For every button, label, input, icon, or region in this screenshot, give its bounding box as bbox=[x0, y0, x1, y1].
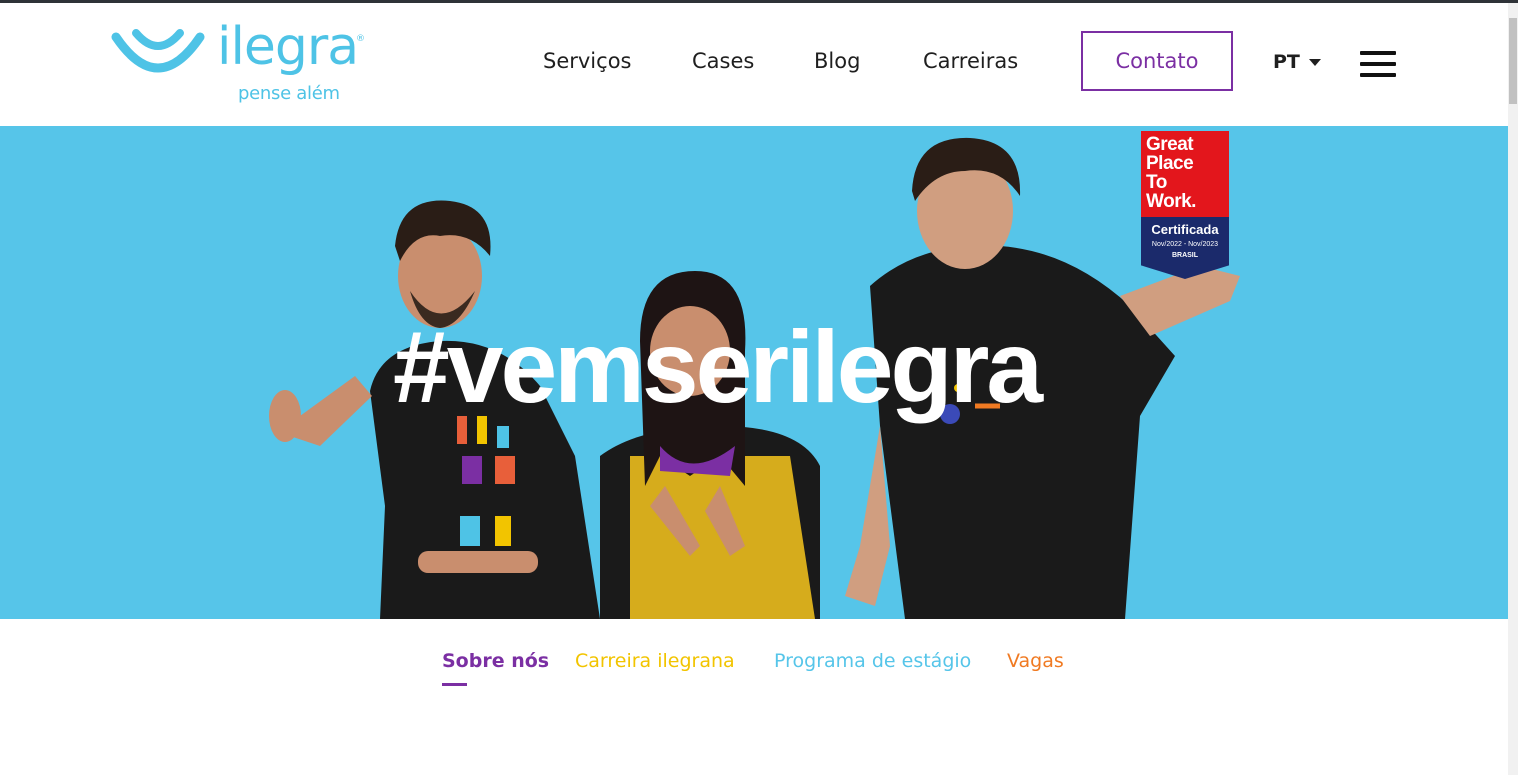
nav-servicos[interactable]: Serviços bbox=[543, 49, 631, 73]
great-place-to-work-badge: Great Place To Work. Certificada Nov/202… bbox=[1141, 131, 1229, 279]
nav-cases[interactable]: Cases bbox=[692, 49, 754, 73]
registered-mark: ® bbox=[356, 34, 365, 44]
gptw-badge-cert: Certificada Nov/2022 - Nov/2023 BRASIL bbox=[1141, 217, 1229, 279]
caret-down-icon bbox=[1308, 58, 1321, 66]
logo-wordmark: ilegra bbox=[217, 17, 359, 77]
gptw-line-2: Place bbox=[1146, 153, 1194, 174]
gptw-certified: Certificada bbox=[1151, 222, 1219, 237]
smile-logo-icon bbox=[111, 29, 205, 73]
tab-vagas[interactable]: Vagas bbox=[1007, 650, 1064, 672]
gptw-dates: Nov/2022 - Nov/2023 bbox=[1151, 241, 1219, 248]
gptw-line-1: Great bbox=[1146, 134, 1194, 155]
ilegra-logo[interactable]: ilegra ® pense além bbox=[110, 21, 370, 109]
scrollbar-thumb[interactable] bbox=[1509, 18, 1517, 104]
tab-sobre-nos[interactable]: Sobre nós bbox=[442, 650, 549, 672]
gptw-line-3: To bbox=[1146, 172, 1167, 193]
active-tab-indicator bbox=[442, 683, 467, 686]
hero-headline: #vemserilegra bbox=[393, 310, 1043, 424]
hamburger-menu-icon[interactable] bbox=[1360, 51, 1396, 77]
language-label: PT bbox=[1273, 51, 1300, 73]
site-header: ilegra ® pense além Serviços Cases Blog … bbox=[0, 3, 1508, 126]
tab-carreira-ilegrana[interactable]: Carreira ilegrana bbox=[575, 650, 735, 672]
gptw-line-4: Work. bbox=[1146, 191, 1196, 212]
page-scrollbar[interactable] bbox=[1508, 3, 1518, 775]
nav-carreiras[interactable]: Carreiras bbox=[923, 49, 1018, 73]
gptw-country: BRASIL bbox=[1171, 252, 1199, 259]
contact-button[interactable]: Contato bbox=[1081, 31, 1233, 91]
language-selector[interactable]: PT bbox=[1273, 51, 1321, 73]
careers-tabs: Sobre nós Carreira ilegrana Programa de … bbox=[0, 650, 1508, 690]
nav-blog[interactable]: Blog bbox=[814, 49, 860, 73]
gptw-badge-title: Great Place To Work. bbox=[1141, 131, 1229, 217]
hero-banner: #vemserilegra Great Place To Work. Certi… bbox=[0, 126, 1508, 619]
tab-programa-estagio[interactable]: Programa de estágio bbox=[774, 650, 971, 672]
logo-tagline: pense além bbox=[238, 83, 340, 104]
